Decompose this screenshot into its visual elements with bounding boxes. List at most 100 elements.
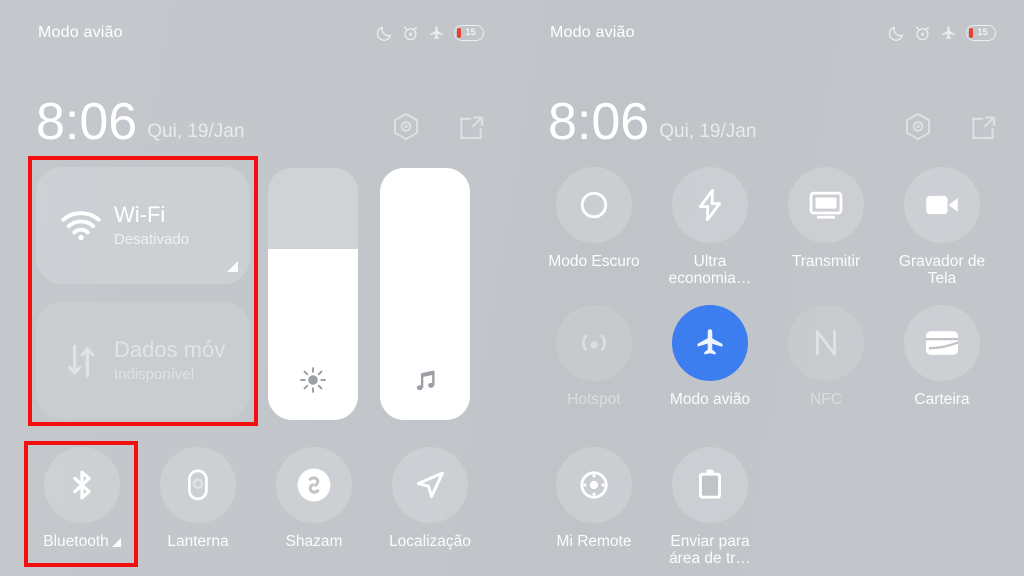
clock-header-right: 8:06 Qui, 19/Jan (512, 82, 1024, 148)
tile-modo-aviao-circle[interactable] (672, 305, 748, 381)
tile-localizacao[interactable]: Localização (372, 447, 488, 550)
bluetooth-icon (73, 470, 91, 500)
tile-transmitir-circle[interactable] (788, 167, 864, 243)
tile-modo-escuro-circle[interactable] (556, 167, 632, 243)
tile-enviar-para-area-de-trabalho[interactable]: Enviar para área de tr… (652, 447, 768, 568)
tile-shazam[interactable]: Shazam (256, 447, 372, 550)
brightness-slider-fill (268, 248, 358, 420)
status-bar-icons: 15 (376, 25, 484, 42)
tile-carteira-circle[interactable] (904, 305, 980, 381)
header-actions (391, 112, 486, 144)
wifi-tile-text: Wi-Fi Desativado (114, 202, 190, 248)
alarm-icon (915, 26, 930, 40)
battery-level-text: 15 (977, 27, 988, 39)
wifi-tile-subtitle: Desativado (114, 230, 190, 248)
remote-control-icon (580, 471, 608, 499)
status-bar: Modo avião 15 (0, 18, 512, 48)
tile-modo-escuro-label: Modo Escuro (548, 253, 640, 270)
mobile-data-icon (58, 343, 104, 379)
tile-shazam-label: Shazam (285, 533, 343, 550)
edit-icon[interactable] (457, 113, 486, 143)
wifi-tile-title: Wi-Fi (114, 202, 166, 228)
tile-gravador-de-tela-label: Gravador de Tela (898, 253, 986, 288)
clock-date-right: Qui, 19/Jan (659, 121, 757, 142)
mobile-data-tile[interactable]: Dados móv Indisponível (36, 302, 250, 419)
tile-nfc[interactable]: NFC (768, 305, 884, 408)
tile-nfc-label: NFC (810, 391, 842, 408)
tile-lanterna[interactable]: Lanterna (140, 447, 256, 550)
connectivity-tiles: Wi-Fi Desativado Dados móv Indisponível (36, 167, 250, 419)
tile-mi-remote-circle[interactable] (556, 447, 632, 523)
bluetooth-expand-arrow-icon[interactable] (111, 538, 121, 547)
status-bar-label-right: Modo avião (550, 24, 635, 41)
tile-bluetooth[interactable]: Bluetooth (24, 447, 140, 550)
wifi-icon (58, 210, 104, 241)
wifi-expand-corner-icon[interactable] (227, 261, 238, 272)
wallet-icon (925, 331, 959, 355)
flashlight-icon (187, 469, 208, 501)
airplane-icon (430, 26, 443, 39)
tile-transmitir[interactable]: Transmitir (768, 167, 884, 288)
tile-enviar-circle[interactable] (672, 447, 748, 523)
music-note-icon (380, 367, 470, 394)
tile-mi-remote[interactable]: Mi Remote (536, 447, 652, 568)
clock-time-right: 8:06 (548, 93, 650, 152)
tile-hotspot-label: Hotspot (567, 391, 621, 408)
nfc-icon (815, 330, 837, 356)
alarm-icon (403, 26, 418, 40)
tile-empty-2 (884, 447, 1000, 568)
tile-localizacao-label: Localização (389, 533, 471, 550)
airplane-icon (942, 26, 955, 39)
shazam-icon (297, 468, 331, 502)
hotspot-icon (581, 334, 607, 351)
settings-icon[interactable] (391, 112, 421, 144)
volume-slider[interactable] (380, 168, 470, 420)
tile-gravador-de-tela-circle[interactable] (904, 167, 980, 243)
tile-lanterna-circle[interactable] (160, 447, 236, 523)
clock-time: 8:06 (36, 93, 138, 152)
clock-date: Qui, 19/Jan (147, 121, 245, 142)
tile-modo-escuro[interactable]: Modo Escuro (536, 167, 652, 288)
settings-icon[interactable] (903, 112, 933, 144)
edit-icon[interactable] (969, 113, 998, 143)
quick-settings-screenshot: Modo avião 15 8:06 Qui, 19/Jan Wi-Fi Des… (0, 0, 1024, 576)
tile-hotspot[interactable]: Hotspot (536, 305, 652, 408)
location-icon (416, 471, 444, 499)
tile-carteira[interactable]: Carteira (884, 305, 1000, 408)
tile-enviar-label: Enviar para área de tr… (669, 533, 751, 568)
clipboard-icon (699, 469, 721, 499)
tile-modo-aviao[interactable]: Modo avião (652, 305, 768, 408)
tile-bluetooth-label: Bluetooth (43, 533, 121, 550)
tile-ultra-economia-circle[interactable] (672, 167, 748, 243)
tile-localizacao-circle[interactable] (392, 447, 468, 523)
battery-level-text: 15 (465, 27, 476, 39)
battery-icon: 15 (454, 25, 484, 41)
brightness-slider[interactable] (268, 168, 358, 420)
tile-gravador-de-tela[interactable]: Gravador de Tela (884, 167, 1000, 288)
status-bar-label: Modo avião (38, 24, 123, 41)
tile-hotspot-circle[interactable] (556, 305, 632, 381)
airplane-icon (697, 329, 723, 355)
screen-recorder-icon (926, 195, 958, 215)
tile-carteira-label: Carteira (914, 391, 970, 408)
right-tile-grid-row1: Modo Escuro Ultra economia… Transmitir G… (536, 167, 1000, 288)
brightness-icon (268, 366, 358, 394)
tile-ultra-economia[interactable]: Ultra economia… (652, 167, 768, 288)
do-not-disturb-icon (376, 26, 392, 41)
right-tile-grid-row2: Hotspot Modo avião NFC Carteira (536, 305, 1000, 408)
mobile-data-tile-title: Dados móv (114, 337, 226, 363)
right-tile-grid-row3: Mi Remote Enviar para área de tr… (536, 447, 1000, 568)
tile-mi-remote-label: Mi Remote (556, 533, 632, 550)
battery-level-bar (457, 28, 462, 38)
tile-empty-1 (768, 447, 884, 568)
dark-mode-icon (580, 191, 608, 219)
tile-modo-aviao-label: Modo avião (669, 391, 751, 408)
status-bar-icons-right: 15 (888, 25, 996, 42)
tile-shazam-circle[interactable] (276, 447, 352, 523)
tile-nfc-circle[interactable] (788, 305, 864, 381)
header-actions-right (903, 112, 998, 144)
tile-bluetooth-circle[interactable] (44, 447, 120, 523)
wifi-tile[interactable]: Wi-Fi Desativado (36, 167, 250, 284)
do-not-disturb-icon (888, 26, 904, 41)
battery-level-bar (969, 28, 974, 38)
